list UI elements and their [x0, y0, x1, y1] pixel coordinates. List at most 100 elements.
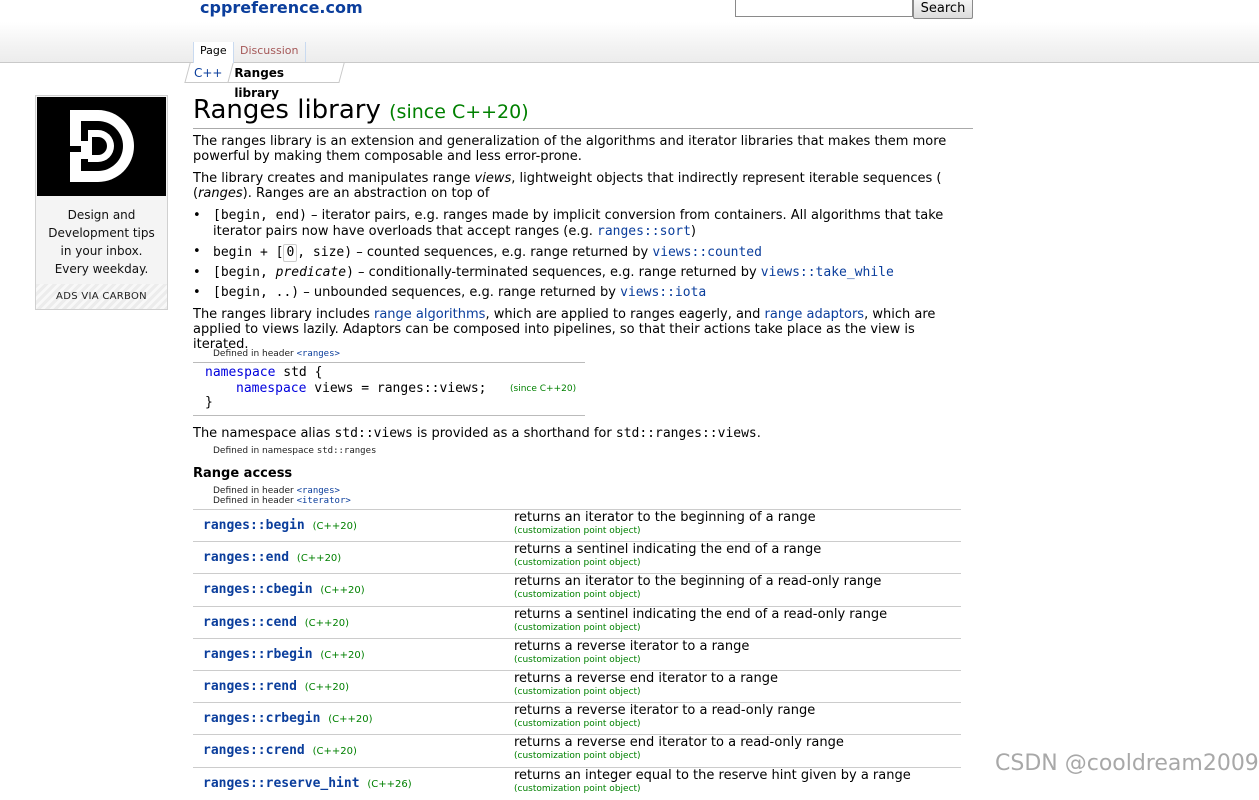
bullet-3-text: – conditionally-terminated sequences, e.… — [353, 265, 761, 280]
version-badge: (C++20) — [312, 521, 357, 532]
bullet-1-tail: ) — [690, 224, 696, 239]
table-row: ranges::begin (C++20) returns an iterator… — [193, 509, 961, 542]
table-row: ranges::crbegin (C++20) returns a reverse… — [193, 702, 961, 735]
iterator-header-link[interactable]: <iterator> — [297, 496, 351, 506]
version-badge: (C++20) — [304, 682, 350, 693]
defined-in-header-iterator: Defined in header <iterator> — [213, 496, 351, 506]
function-name[interactable]: ranges::begin — [203, 518, 305, 533]
range-access-function-link[interactable]: ranges::rend (C++20) — [203, 679, 349, 694]
bullet-2-code-b: , size) — [297, 245, 353, 260]
function-name[interactable]: ranges::cbegin — [203, 582, 313, 597]
bullet-4-text: – unbounded sequences, e.g. range return… — [299, 285, 621, 300]
bullet-2-text: – counted sequences, e.g. range returned… — [352, 245, 653, 260]
tab-bar: Page Discussion — [0, 22, 1259, 63]
page-title: Ranges library (since C++20) — [193, 92, 973, 129]
defined-in-header-ranges-2: Defined in header <ranges> — [213, 486, 340, 496]
ranges-sort-link[interactable]: ranges::sort — [597, 224, 691, 239]
top-bar: cppreference.com Search — [0, 0, 1259, 22]
range-access-function-link[interactable]: ranges::cbegin (C++20) — [203, 582, 365, 597]
alias-text-b: is provided as a shorthand for — [412, 426, 616, 441]
ns-line1-rest: std { — [275, 365, 323, 380]
function-description: returns a sentinel indicating the end of… — [514, 606, 888, 622]
version-badge: (C++20) — [296, 553, 342, 565]
range-access-function-link[interactable]: ranges::rbegin (C++20) — [203, 647, 365, 662]
range-access-function-link[interactable]: ranges::cend (C++20) — [203, 615, 349, 630]
function-name[interactable]: ranges::crbegin — [203, 711, 320, 726]
def-namespace-prefix: Defined in namespace — [213, 446, 317, 456]
function-note: (customization point object) — [514, 783, 641, 794]
alias-paragraph: The namespace alias std::views is provid… — [193, 426, 973, 441]
bullet-2-code-a: begin + [ — [213, 245, 284, 260]
intro-paragraph-2: The library creates and manipulates rang… — [193, 171, 942, 201]
table-row: ranges::crend (C++20) returns a reverse e… — [193, 734, 961, 767]
alias-text-c: . — [756, 426, 761, 441]
function-name[interactable]: ranges::rbegin — [203, 647, 313, 662]
ns-keyword-2: namespace — [236, 381, 307, 396]
bullet-3-predicate: predicate — [275, 265, 347, 280]
views-take-while-link[interactable]: views::take_while — [761, 265, 894, 280]
breadcrumb-cpp-label[interactable]: C++ — [194, 63, 223, 83]
tab-discussion[interactable]: Discussion — [233, 42, 306, 62]
views-iota-link[interactable]: views::iota — [620, 285, 706, 300]
version-badge: (C++20) — [328, 714, 373, 726]
ns-since-badge: (since C++20) — [510, 384, 577, 394]
intro-2-text-b: , lightweight objects that indirectly re… — [511, 171, 942, 186]
views-counted-link[interactable]: views::counted — [652, 245, 762, 260]
def-header-prefix-2: Defined in header — [213, 486, 297, 496]
site-logo-link[interactable]: cppreference.com — [200, 0, 363, 17]
range-access-function-link[interactable]: ranges::crend (C++20) — [203, 743, 357, 758]
function-name[interactable]: ranges::cend — [203, 615, 297, 630]
def-namespace-name: std::ranges — [316, 446, 377, 456]
range-access-function-link[interactable]: ranges::reserve_hint (C++26) — [203, 776, 412, 791]
function-description: returns a reverse end iterator to a rang… — [514, 671, 778, 686]
function-name[interactable]: ranges::reserve_hint — [203, 776, 360, 791]
carbon-ad[interactable]: Design and Development tips in your inbo… — [35, 95, 168, 310]
search-button[interactable]: Search — [913, 0, 973, 19]
table-row: ranges::cend (C++20) returns a sentinel i… — [193, 605, 961, 639]
range-access-function-link[interactable]: ranges::begin (C++20) — [203, 518, 357, 533]
namespace-declaration: namespace std { namespace views = ranges… — [193, 362, 585, 416]
function-name[interactable]: ranges::end — [203, 550, 289, 565]
bullet-3-code-b: ) — [346, 265, 354, 280]
def-header-prefix-3: Defined in header — [213, 496, 297, 506]
version-badge: (C++20) — [312, 746, 357, 758]
search-input[interactable] — [735, 0, 913, 17]
range-adaptors-link[interactable]: range adaptors — [765, 307, 865, 322]
adaptors-text-line2: applied to views lazily. Adaptors can be… — [193, 322, 915, 352]
function-description: returns an integer equal to the reserve … — [514, 767, 911, 783]
ad-footer[interactable]: ADS VIA CARBON — [36, 284, 167, 309]
table-row: ranges::end (C++20) returns a sentinel in… — [193, 541, 961, 574]
ns-line2-rest: views = ranges::views; — [306, 381, 487, 396]
tab-page[interactable]: Page — [193, 42, 234, 63]
function-name[interactable]: ranges::rend — [203, 679, 297, 694]
bullet-1-text: – iterator pairs, e.g. ranges made by im… — [306, 208, 944, 223]
function-note: (customization point object) — [514, 558, 641, 569]
ranges-header-link[interactable]: <ranges> — [297, 349, 340, 359]
adaptors-text-a: The ranges library includes — [193, 307, 374, 322]
title-since-badge: (since C++20) — [389, 101, 529, 123]
table-row: ranges::rend (C++20) returns a reverse en… — [193, 670, 961, 703]
ranges-header-link-2[interactable]: <ranges> — [297, 486, 340, 496]
intro-2-text-c: ). Ranges are an abstraction on top of — [242, 186, 490, 201]
ns-code-line-3: } — [205, 395, 213, 410]
ad-text[interactable]: Design and Development tips in your inbo… — [44, 206, 159, 278]
range-access-function-link[interactable]: ranges::crbegin (C++20) — [203, 711, 373, 726]
range-access-function-link[interactable]: ranges::end (C++20) — [203, 550, 341, 565]
table-row: ranges::cbegin (C++20) returns an iterato… — [193, 573, 961, 606]
ad-logo-image[interactable] — [37, 97, 166, 196]
function-note: (customization point object) — [514, 687, 641, 697]
ns-code-line-1: namespace std { — [205, 365, 322, 380]
version-badge: (C++26) — [367, 778, 412, 790]
function-note: (customization point object) — [514, 654, 641, 665]
function-name[interactable]: ranges::crend — [203, 743, 305, 758]
function-description: returns an iterator to the beginning of … — [514, 510, 816, 525]
function-note: (customization point object) — [514, 526, 641, 536]
ns-code-line-2: namespace views = ranges::views; — [236, 381, 486, 396]
adaptors-text-b: , which are applied to ranges eagerly, a… — [485, 307, 765, 322]
version-badge: (C++20) — [304, 617, 350, 629]
range-algorithms-link[interactable]: range algorithms — [374, 307, 485, 322]
alias-text-a: The namespace alias — [193, 426, 335, 441]
breadcrumb-cpp[interactable]: C++ — [184, 63, 234, 83]
page-title-text: Ranges library — [193, 95, 381, 125]
alias-code-ranges-views: std::ranges::views — [615, 426, 757, 441]
